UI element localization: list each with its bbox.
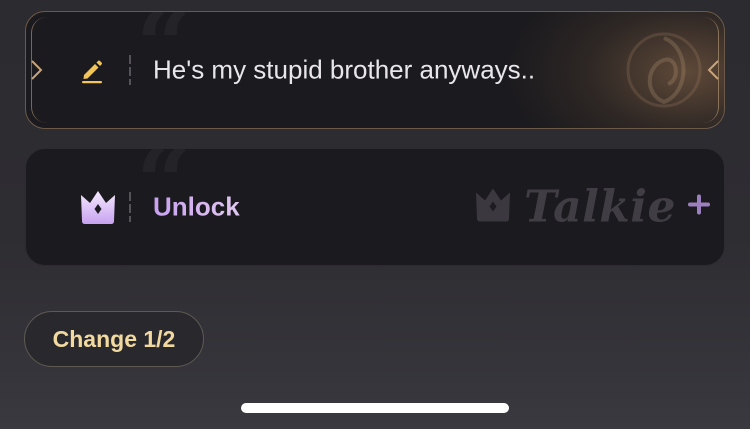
swirl-decoration: [626, 32, 702, 108]
pencil-icon: [78, 56, 106, 84]
plus-icon: [686, 192, 712, 223]
separator: [129, 192, 131, 222]
change-suggestions-button[interactable]: Change 1/2: [24, 311, 204, 367]
reply-option-2[interactable]: “ Unlock Talkie: [25, 148, 725, 266]
separator: [129, 55, 131, 85]
reply-option-1[interactable]: “ He's my stupid brother anyways..: [25, 11, 725, 129]
change-button-label: Change 1/2: [52, 325, 176, 352]
home-indicator[interactable]: [241, 403, 509, 413]
brand-crown-icon: [472, 186, 514, 229]
reply-text: He's my stupid brother anyways..: [153, 54, 536, 85]
unlock-label: Unlock: [153, 191, 240, 222]
frame-notch-left: [31, 60, 43, 80]
talkie-plus-brand: Talkie: [472, 182, 712, 233]
brand-name: Talkie: [524, 181, 676, 233]
frame-notch-right: [707, 60, 719, 80]
crown-icon: [78, 188, 118, 226]
